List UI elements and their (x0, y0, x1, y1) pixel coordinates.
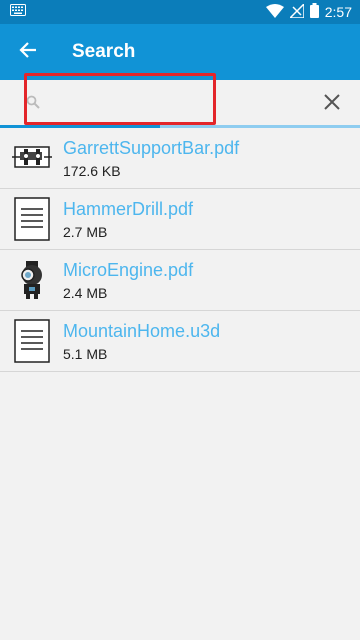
file-name: HammerDrill.pdf (63, 199, 194, 219)
file-name: MicroEngine.pdf (63, 260, 194, 280)
list-item[interactable]: MountainHome.u3d 5.1 MB (0, 311, 360, 372)
document-icon (10, 317, 54, 365)
file-list: GarrettSupportBar.pdf 172.6 KB HammerDri… (0, 128, 360, 372)
battery-icon (309, 3, 319, 21)
back-button[interactable] (0, 24, 56, 80)
file-size: 2.7 MB (63, 224, 108, 240)
search-icon (26, 95, 40, 114)
document-icon (10, 195, 54, 243)
engine-thumbnail (10, 256, 54, 304)
list-item[interactable]: HammerDrill.pdf 2.7 MB (0, 189, 360, 250)
no-signal-icon (287, 1, 305, 21)
list-item[interactable]: MicroEngine.pdf 2.4 MB (0, 250, 360, 311)
arrow-left-icon (19, 41, 37, 64)
file-name: MountainHome.u3d (63, 321, 221, 341)
wifi-icon (265, 3, 284, 21)
file-size: 2.4 MB (63, 285, 108, 301)
file-name: GarrettSupportBar.pdf (63, 138, 240, 158)
clear-search-button[interactable] (320, 92, 344, 116)
search-bar (0, 80, 360, 128)
page-title: Search (72, 41, 136, 62)
cad-part-thumbnail (10, 134, 54, 182)
list-item[interactable]: GarrettSupportBar.pdf 172.6 KB (0, 128, 360, 189)
file-size: 172.6 KB (63, 163, 121, 179)
file-size: 5.1 MB (63, 346, 108, 362)
status-bar: 2:57 (0, 0, 360, 24)
status-time: 2:57 (324, 4, 352, 20)
app-bar: Search (0, 24, 360, 80)
keyboard-icon (10, 3, 26, 21)
close-icon (324, 93, 340, 115)
search-input[interactable] (46, 86, 296, 122)
